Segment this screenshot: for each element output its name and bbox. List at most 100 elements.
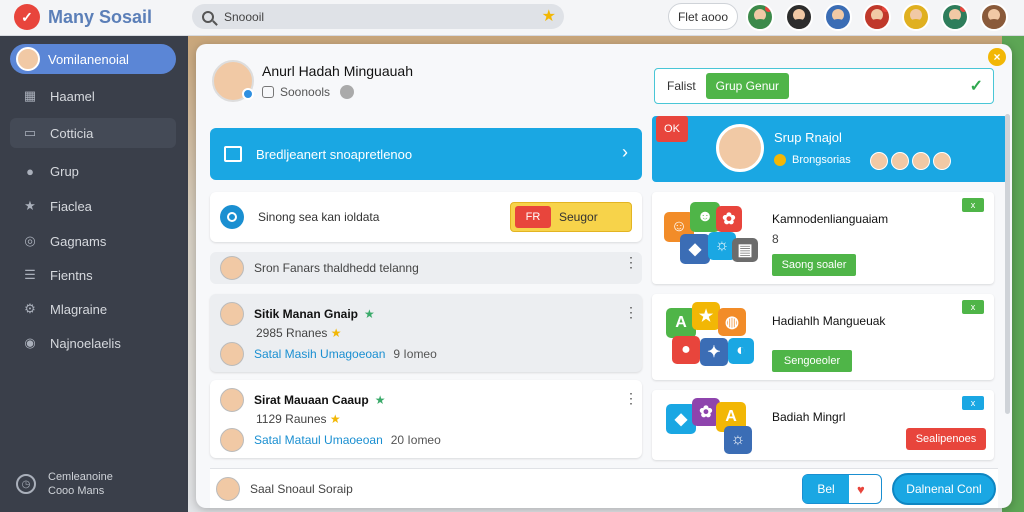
- avatar[interactable]: [746, 3, 774, 31]
- top-bar: ✓ Many Sosail ★ Flet aooo: [0, 0, 1024, 36]
- group-title: Sirat Mauaan Caaup: [254, 393, 369, 407]
- top-action-button[interactable]: Flet aooo: [668, 3, 738, 30]
- app-logo[interactable]: ✓ Many Sosail: [14, 4, 152, 30]
- sidebar-item-favorites[interactable]: ★ Fiaclea: [10, 191, 176, 221]
- check-icon[interactable]: ✓: [970, 76, 983, 96]
- profile-subtitle: Soonools: [280, 85, 331, 99]
- game-title: Badiah Mingrl: [772, 410, 846, 424]
- group-icon: ●: [26, 163, 34, 179]
- list-item[interactable]: Sinong sea kan ioldata FR Seugor: [210, 192, 642, 242]
- info-icon: ◉: [24, 335, 36, 350]
- avatar[interactable]: [785, 3, 813, 31]
- group-meta: 9 Iomeo: [393, 347, 437, 361]
- footer-line-1: Cemleanoine: [48, 471, 113, 483]
- kebab-icon[interactable]: ⋮: [624, 255, 638, 269]
- game-button[interactable]: Sengoeoler: [772, 350, 852, 372]
- avatar[interactable]: [824, 3, 852, 31]
- avatar: [220, 302, 244, 326]
- gamepad-icon: ◎: [24, 233, 36, 248]
- filter-label: Falist: [667, 79, 696, 93]
- group-link[interactable]: Satal Masih Umagoeoan: [254, 347, 385, 361]
- game-card[interactable]: ☺ ☻ ✿ ◆ ☼ ▤ Kamnodenlianguaiam 8 Saong s…: [652, 192, 994, 284]
- row-action-button[interactable]: FR Seugor: [510, 202, 632, 232]
- row-text: Sron Fanars thaldhedd telanng: [254, 261, 419, 275]
- sidebar-footer[interactable]: ◷ Cemleanoine Cooo Mans: [16, 470, 113, 498]
- group-card[interactable]: Sirat Mauaan Caaup ★ 1129 Raunes ★ Satal…: [210, 380, 642, 458]
- chat-icon: ▭: [23, 125, 37, 140]
- avatar[interactable]: [212, 60, 254, 102]
- group-modal: × Anurl Hadah Minguauah Soonools Falist …: [196, 44, 1012, 508]
- game-art: A ★ ◍ ● ✦ ◐: [662, 300, 762, 376]
- member-label: Raunes: [285, 412, 327, 426]
- filter-chip[interactable]: Grup Genur: [705, 73, 790, 99]
- sidebar-item-messages[interactable]: ⚙ Mlagraine: [10, 294, 176, 324]
- kebab-icon[interactable]: ⋮: [624, 391, 638, 405]
- avatar: [716, 124, 764, 172]
- game-card[interactable]: ◆ ✿ A ☼ Badiah Mingrl Sealipenoes x: [652, 390, 994, 460]
- avatar: [220, 428, 244, 452]
- group-header-title: Srup Rnajol: [774, 130, 842, 145]
- list-item[interactable]: Sron Fanars thaldhedd telanng ⋮: [210, 252, 642, 284]
- search-input[interactable]: [224, 9, 524, 24]
- sidebar-item-group[interactable]: ● Grup: [10, 156, 176, 186]
- group-header-subtitle: Brongsorias: [792, 154, 851, 166]
- globe-icon: [340, 85, 355, 99]
- primary-button[interactable]: Dalnenal Conl: [892, 473, 996, 505]
- star-icon: ★: [364, 307, 375, 321]
- member-avatars: [870, 152, 954, 170]
- avatar[interactable]: [863, 3, 891, 31]
- sidebar-item-label: Vomilanenoial: [48, 51, 129, 67]
- app-title: Many Sosail: [48, 6, 153, 27]
- group-link[interactable]: Satal Mataul Umaoeoan: [254, 433, 383, 447]
- kebab-icon[interactable]: ⋮: [624, 305, 638, 319]
- sidebar-item-home[interactable]: ▦ Haamel: [10, 81, 176, 111]
- footer-line-2: Cooo Mans: [48, 485, 105, 497]
- sidebar-item-games[interactable]: ◎ Gagnams: [10, 226, 176, 256]
- sidebar-item-label: Fientns: [50, 267, 93, 283]
- sidebar-item-label: Najnoelaelis: [50, 335, 121, 351]
- group-title: Sitik Manan Gnaip: [254, 307, 359, 321]
- group-header-card[interactable]: OK Srup Rnajol Brongsorias: [652, 116, 1008, 182]
- star-icon: ★: [329, 412, 341, 426]
- close-icon[interactable]: x: [962, 300, 984, 314]
- home-icon: ▦: [23, 88, 37, 103]
- game-card[interactable]: A ★ ◍ ● ✦ ◐ Hadiahlh Mangueuak Sengoeole…: [652, 294, 994, 380]
- sidebar-item-label: Mlagraine: [50, 301, 108, 317]
- game-art: ◆ ✿ A ☼: [662, 396, 762, 472]
- sidebar-item-chat[interactable]: ▭ Cotticia: [10, 118, 176, 148]
- filter-field[interactable]: Falist Grup Genur ✓: [654, 68, 994, 104]
- member-label: Rnanes: [286, 326, 328, 340]
- close-icon[interactable]: ×: [988, 48, 1006, 66]
- create-post-banner[interactable]: Bredljeanert snoapretlenoo ›: [210, 128, 642, 180]
- close-icon[interactable]: x: [962, 198, 984, 212]
- game-button[interactable]: Saong soaler: [772, 254, 856, 276]
- group-meta: 20 Iomeo: [390, 433, 441, 447]
- star-icon[interactable]: ★: [542, 6, 556, 26]
- member-count: 1129: [256, 412, 282, 426]
- ok-badge[interactable]: OK: [656, 116, 688, 142]
- sidebar-item-label: Haamel: [50, 88, 95, 104]
- avatar[interactable]: [941, 3, 969, 31]
- close-icon[interactable]: x: [962, 396, 984, 410]
- search-bar[interactable]: ★: [192, 4, 564, 29]
- sidebar-item-profile[interactable]: Vomilanenoial: [10, 44, 176, 74]
- sidebar-item-friends[interactable]: ☰ Fientns: [10, 260, 176, 290]
- avatar[interactable]: [902, 3, 930, 31]
- list-icon: ☰: [24, 267, 36, 282]
- avatar[interactable]: [980, 3, 1008, 31]
- group-card[interactable]: Sitik Manan Gnaip ★ 2985 Rnanes ★ Satal …: [210, 294, 642, 372]
- coin-icon: [774, 154, 786, 166]
- scrollbar[interactable]: [1005, 114, 1010, 414]
- row-button-label: Seugor: [559, 210, 598, 224]
- chevron-right-icon: ›: [622, 142, 628, 162]
- game-button[interactable]: Sealipenoes: [906, 428, 986, 450]
- row-text: Sinong sea kan ioldata: [258, 210, 380, 224]
- avatar: [220, 256, 244, 280]
- flag-badge: FR: [515, 206, 551, 228]
- star-icon: ★: [330, 326, 342, 340]
- sidebar-item-notifications[interactable]: ◉ Najnoelaelis: [10, 328, 176, 358]
- settings-icon: ⚙: [24, 301, 36, 316]
- bottom-text: Saal Snoaul Soraip: [250, 481, 353, 496]
- secondary-button[interactable]: Bel ♥: [802, 474, 882, 504]
- sidebar-item-label: Fiaclea: [50, 198, 92, 214]
